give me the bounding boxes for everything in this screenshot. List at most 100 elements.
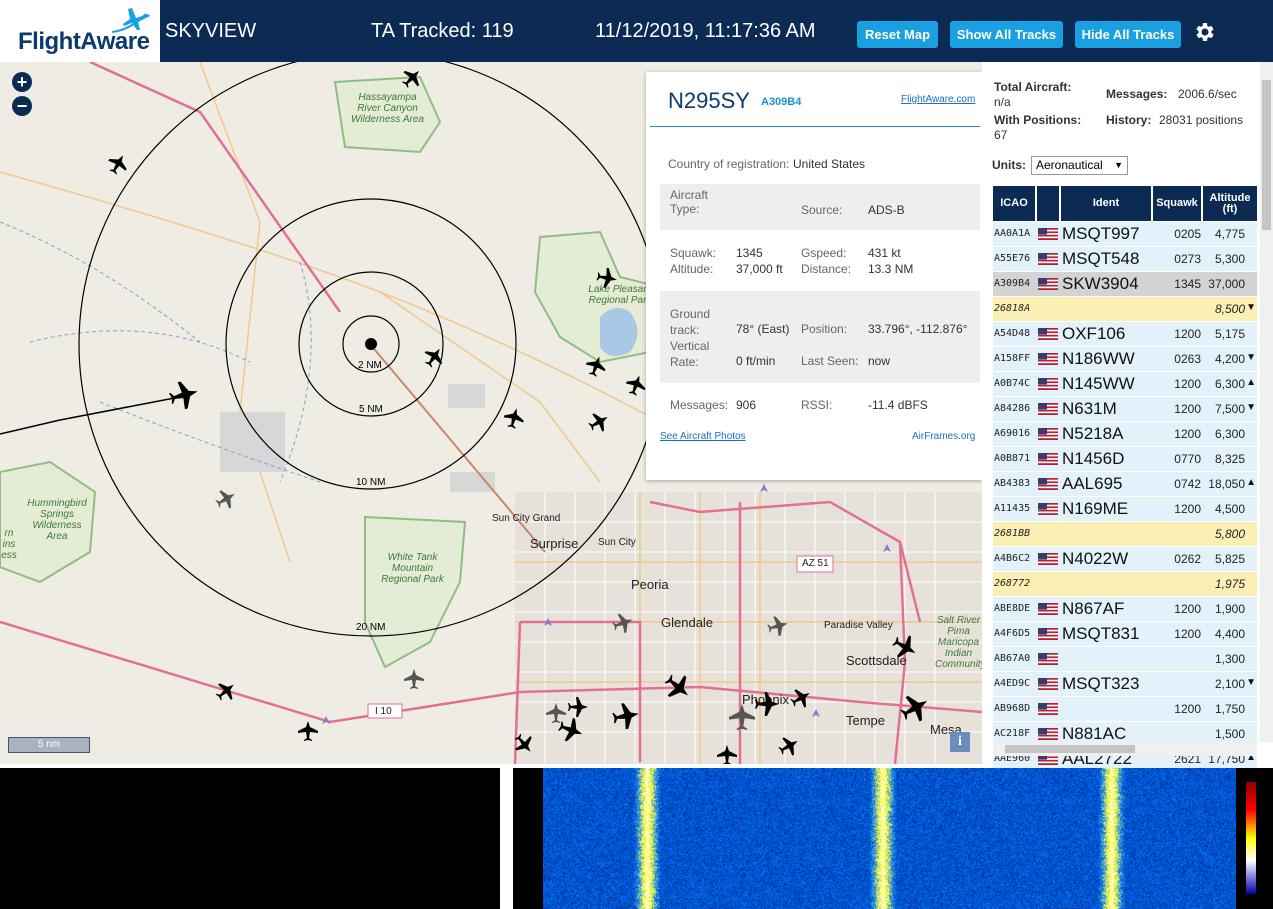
table-row[interactable]: A4B6C2 N4022W 0262 5,825 [993,547,1257,571]
altitude-value: 37,000 ft [736,262,783,276]
us-flag-icon [1038,428,1058,440]
us-flag-icon [1038,678,1058,690]
messages-rate-value: 2006.6/sec [1178,87,1237,101]
cell-altitude-trend: ▼ [1246,302,1256,313]
cell-altitude: 4,500 [1214,502,1245,516]
us-flag-icon [1038,478,1058,490]
gear-icon[interactable] [1192,20,1216,44]
cell-icao: A4ED9C [994,678,1031,689]
aircraft-photos-link[interactable]: See Aircraft Photos [660,431,746,442]
messages-label: Messages: [670,398,729,412]
aircraft-type-label: Aircraft Type: [670,188,709,216]
col-altitude[interactable]: Altitude (ft) [1203,186,1257,221]
table-row[interactable]: A84286 N631M 1200 7,500 ▼ [993,397,1257,421]
table-row[interactable]: A4ED9C MSQT323 2,100 ▼ [993,672,1257,696]
cell-squawk: 0273 [1174,252,1201,266]
table-row[interactable]: A158FF N186WW 0263 4,200 ▼ [993,347,1257,371]
us-flag-icon [1038,503,1058,515]
cell-ident: MSQT323 [1062,674,1140,693]
cell-icao: A69016 [994,428,1031,439]
aircraft-table-header: ICAO Ident Squawk Altitude (ft) [993,186,1257,221]
col-flag[interactable] [1037,186,1059,221]
messages-rate-label: Messages: [1106,87,1168,101]
cell-icao: A55E76 [994,253,1031,264]
detail-divider [650,126,980,127]
rssi-label: RSSI: [801,398,833,412]
flightaware-logo[interactable]: FlightAware [0,0,160,62]
cell-icao: A309B4 [994,278,1031,289]
cell-ident: N867AF [1062,599,1125,618]
cell-ident: MSQT997 [1062,224,1140,243]
cell-icao: A0B871 [994,453,1031,464]
table-row[interactable]: AB67A0 1,300 [993,647,1257,671]
cell-ident: N145WW [1062,374,1135,393]
table-row[interactable]: A69016 N5218A 1200 6,300 [993,422,1257,446]
cell-ident: N169ME [1062,499,1129,518]
track-value: 78° (East) [736,322,790,336]
table-row[interactable]: A309B4 SKW3904 1345 37,000 [993,272,1257,296]
cell-altitude-trend: ▼ [1246,352,1256,363]
cell-squawk: 1200 [1174,602,1201,616]
cell-icao: A54D48 [994,328,1031,339]
table-row[interactable]: AB968D 1200 1,750 [993,697,1257,721]
cell-squawk: 1200 [1174,377,1201,391]
cell-squawk: 0263 [1174,352,1201,366]
airframes-link[interactable]: AirFrames.org [912,431,975,442]
map-info-button[interactable]: i [950,732,970,752]
cell-squawk: 0205 [1174,227,1201,241]
table-row[interactable]: A54D48 OXF106 1200 5,175 [993,322,1257,346]
cell-altitude: 7,500 [1214,402,1245,416]
hide-all-tracks-button[interactable]: Hide All Tracks [1075,21,1181,48]
show-all-tracks-button[interactable]: Show All Tracks [950,21,1063,48]
cell-squawk: 1200 [1174,402,1201,416]
table-row[interactable]: AA0A1A MSQT997 0205 4,775 [993,222,1257,246]
us-flag-icon [1038,328,1058,340]
cell-icao: A84286 [994,403,1031,414]
cell-ident: N4022W [1062,549,1129,568]
table-row[interactable]: 2681BB 5,800 [993,522,1257,546]
altitude-label: Altitude: [670,262,714,276]
flightaware-link[interactable]: FlightAware.com [901,94,975,105]
cell-altitude: 1,750 [1214,702,1245,716]
cell-ident: N881AC [1062,724,1127,743]
cell-icao: ABE8DE [994,603,1031,614]
table-row[interactable]: 268772 1,975 [993,572,1257,596]
detail-block-type: Aircraft Type: Source: ADS-B [660,184,980,230]
horizontal-scroll-thumb[interactable] [1005,745,1135,753]
col-icao[interactable]: ICAO [993,186,1035,221]
with-positions-label: With Positions: [994,113,1082,127]
cell-icao: A0B74C [994,378,1031,389]
table-row[interactable]: A0B871 N1456D 0770 8,325 [993,447,1257,471]
vrate-label: Vertical Rate: [670,339,710,369]
us-flag-icon [1038,703,1058,715]
cell-ident: AAL695 [1062,474,1123,493]
table-row[interactable]: A11435 N169ME 1200 4,500 [993,497,1257,521]
units-select[interactable]: Aeronautical ▼ [1031,156,1128,175]
col-ident[interactable]: Ident [1061,186,1151,221]
cell-altitude-trend: ▼ [1246,677,1256,688]
us-flag-icon [1038,228,1058,240]
cell-altitude: 4,200 [1214,352,1245,366]
cell-icao: A4B6C2 [994,553,1031,564]
us-flag-icon [1038,378,1058,390]
reset-map-button[interactable]: Reset Map [857,21,938,48]
table-row[interactable]: 26818A 8,500 ▼ [993,297,1257,321]
waterfall-spectrogram [543,768,1236,909]
col-squawk[interactable]: Squawk [1153,186,1201,221]
vertical-scroll-thumb[interactable] [1262,80,1271,230]
us-flag-icon [1038,728,1058,740]
us-flag-icon [1038,353,1058,365]
cell-ident: N1456D [1062,449,1125,468]
cell-altitude: 6,300 [1214,427,1245,441]
cell-altitude: 4,400 [1214,627,1245,641]
table-row[interactable]: A55E76 MSQT548 0273 5,300 [993,247,1257,271]
cell-altitude: 2,100 [1214,677,1245,691]
us-flag-icon [1038,653,1058,665]
table-row[interactable]: A0B74C N145WW 1200 6,300 ▲ [993,372,1257,396]
table-row[interactable]: ABE8DE N867AF 1200 1,900 [993,597,1257,621]
cell-altitude: 8,325 [1214,452,1245,466]
table-row[interactable]: A4F6D5 MSQT831 1200 4,400 [993,622,1257,646]
table-row[interactable]: AB4383 AAL695 0742 18,050 ▲ [993,472,1257,496]
source-value: ADS-B [868,203,905,217]
cell-ident: MSQT831 [1062,624,1140,643]
